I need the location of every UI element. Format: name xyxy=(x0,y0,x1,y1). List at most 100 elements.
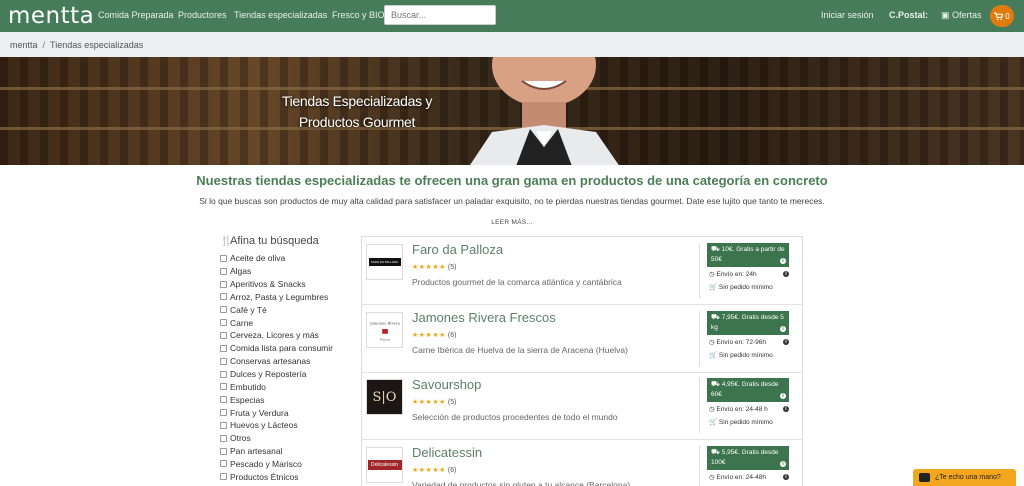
cart-count: 0 xyxy=(1005,11,1010,21)
cart-icon: 🛒 xyxy=(709,419,719,426)
info-icon[interactable]: i xyxy=(780,460,786,467)
filter-checkbox[interactable] xyxy=(220,409,227,417)
filter-item[interactable]: Aceite de oliva xyxy=(220,252,333,265)
breadcrumb-home[interactable]: mentta xyxy=(10,40,38,50)
filter-checkbox[interactable] xyxy=(220,473,227,481)
shipping-badge: ⛟ 7,95€. Gratis desde 5 kg i xyxy=(707,310,789,335)
filter-checkbox[interactable] xyxy=(220,396,227,404)
info-icon[interactable]: i xyxy=(780,258,786,264)
filter-item[interactable]: Otros xyxy=(220,432,333,445)
cart-button[interactable]: 0 xyxy=(990,5,1014,27)
filter-item[interactable]: Productos Étnicos xyxy=(220,470,333,483)
filter-item[interactable]: Café y Té xyxy=(220,303,333,316)
card-divider xyxy=(699,445,700,486)
info-icon[interactable]: i xyxy=(783,271,789,277)
min-order-label: Sin pedido mínimo xyxy=(718,284,773,291)
filter-checkbox[interactable] xyxy=(220,460,227,468)
filter-item[interactable]: Conservas artesanas xyxy=(220,355,333,368)
filter-checkbox[interactable] xyxy=(220,344,227,352)
store-card[interactable]: FARO DA PALLOZA Faro da Palloza ★★★★★ (5) Pr… xyxy=(362,237,802,305)
filter-checkbox[interactable] xyxy=(220,421,227,429)
filter-label: Comida lista para consumir xyxy=(230,343,333,354)
rivera-logo: Jamones Rivera Frescos xyxy=(369,321,401,341)
filter-checkbox[interactable] xyxy=(220,447,227,455)
filter-item[interactable]: Arroz, Pasta y Legumbres xyxy=(220,291,333,304)
info-icon[interactable]: i xyxy=(780,393,786,399)
svg-text:Jamones Rivera: Jamones Rivera xyxy=(369,321,401,325)
filter-checkbox[interactable] xyxy=(220,254,227,262)
filter-item[interactable]: Comida lista para consumir xyxy=(220,342,333,355)
filter-item[interactable]: Embutido xyxy=(220,380,333,393)
nav-comida-preparada[interactable]: Comida Preparada xyxy=(98,10,174,20)
store-logo[interactable]: FARO DA PALLOZA xyxy=(366,244,403,280)
hero-title: Tiendas Especializadas y Productos Gourm… xyxy=(281,93,433,130)
filter-label: Productos Étnicos xyxy=(230,471,299,482)
store-logo[interactable]: S|O xyxy=(366,379,403,415)
filter-label: Cerveza, Licores y más xyxy=(230,330,319,341)
store-name[interactable]: Jamones Rivera Frescos xyxy=(412,310,556,325)
info-icon[interactable]: i xyxy=(780,325,786,332)
store-card[interactable]: S|O Savourshop ★★★★★ (5) Selección de produc… xyxy=(362,372,802,440)
store-logo[interactable]: Delicatessin xyxy=(366,446,403,483)
offers-label: Ofertas xyxy=(952,10,982,20)
delicatessin-logo: Delicatessin xyxy=(367,459,402,470)
search-input[interactable] xyxy=(384,5,496,25)
store-description: Variedad de productos sin gluten a tu al… xyxy=(412,479,631,486)
filter-label: Fruta y Verdura xyxy=(230,407,289,418)
delivery-time-label: Envío en: 72-96h xyxy=(716,338,766,346)
filter-item[interactable]: Carne xyxy=(220,316,333,329)
intro-text: Si lo que buscas son productos de muy al… xyxy=(199,196,825,206)
offers-link[interactable]: ▣ Ofertas xyxy=(941,10,982,21)
cart-icon: 🛒 xyxy=(709,351,719,359)
filter-item[interactable]: Algas xyxy=(220,265,333,278)
shipping-cost: 5,95€. Gratis desde xyxy=(721,448,779,456)
store-card[interactable]: Delicatessin Delicatessin ★★★★★ (6) Variedad… xyxy=(362,440,802,486)
filter-checkbox[interactable] xyxy=(220,306,227,314)
filter-item[interactable]: Huevos y Lácteos xyxy=(220,419,333,432)
filter-label: Arroz, Pasta y Legumbres xyxy=(230,291,329,302)
breadcrumb-current: Tiendas especializadas xyxy=(50,40,144,50)
mentta-logo[interactable]: mentta xyxy=(8,3,94,29)
delivery-time: ◷ Envío en: 24-48 hi xyxy=(709,405,789,413)
filter-checkbox[interactable] xyxy=(220,293,227,301)
store-name[interactable]: Faro da Palloza xyxy=(412,242,503,257)
delivery-time: ◷ Envío en: 24h i xyxy=(709,270,789,278)
shipping-badge: ⛟ 5,95€. Gratis desde 100€ i xyxy=(707,445,789,470)
info-icon[interactable]: i xyxy=(783,406,789,412)
filter-checkbox[interactable] xyxy=(220,267,227,275)
savourshop-logo: S|O xyxy=(367,380,402,414)
filter-item[interactable]: Aperitivos & Snacks xyxy=(220,278,333,291)
nav-fresco-bio[interactable]: Fresco y BIO xyxy=(332,10,385,20)
filter-label: Pescado y Marisco xyxy=(230,458,302,469)
store-card[interactable]: Jamones Rivera Frescos Jamones Rivera Fres… xyxy=(362,305,802,373)
filter-checkbox[interactable] xyxy=(220,357,227,365)
store-name[interactable]: Delicatessin xyxy=(412,445,482,460)
filter-label: Otros xyxy=(230,433,251,444)
card-divider xyxy=(699,310,700,366)
filter-item[interactable]: Fruta y Verdura xyxy=(220,406,333,419)
help-chat-button[interactable]: ¿Te echo una mano? xyxy=(913,469,1016,486)
nav-productores[interactable]: Productores xyxy=(178,10,227,20)
filter-checkbox[interactable] xyxy=(220,319,227,327)
store-name[interactable]: Savourshop xyxy=(412,377,481,392)
filter-item[interactable]: Dulces y Repostería xyxy=(220,368,333,381)
info-icon[interactable]: i xyxy=(783,473,789,480)
filter-heading-label: Afina tu búsqueda xyxy=(230,235,319,247)
filter-item[interactable]: Cerveza, Licores y más xyxy=(220,329,333,342)
login-link[interactable]: Iniciar sesión xyxy=(821,10,874,20)
filter-checkbox[interactable] xyxy=(220,280,227,288)
filter-item[interactable]: Especias xyxy=(220,393,333,406)
info-icon[interactable]: i xyxy=(783,338,789,345)
breadcrumb: mentta / Tiendas especializadas xyxy=(0,32,1024,57)
filter-checkbox[interactable] xyxy=(220,370,227,378)
store-logo[interactable]: Jamones Rivera Frescos xyxy=(366,311,403,348)
filter-label: Embutido xyxy=(230,381,266,392)
filter-checkbox[interactable] xyxy=(220,383,227,391)
filter-item[interactable]: Pan artesanal xyxy=(220,445,333,458)
filter-item[interactable]: Pescado y Marisco xyxy=(220,458,333,471)
filter-checkbox[interactable] xyxy=(220,331,227,339)
postal-code-link[interactable]: C.Postal: xyxy=(889,10,928,20)
read-more-link[interactable]: LEER MÁS... xyxy=(0,219,1024,226)
nav-tiendas-especializadas[interactable]: Tiendas especializadas xyxy=(234,10,327,20)
filter-checkbox[interactable] xyxy=(220,434,227,442)
